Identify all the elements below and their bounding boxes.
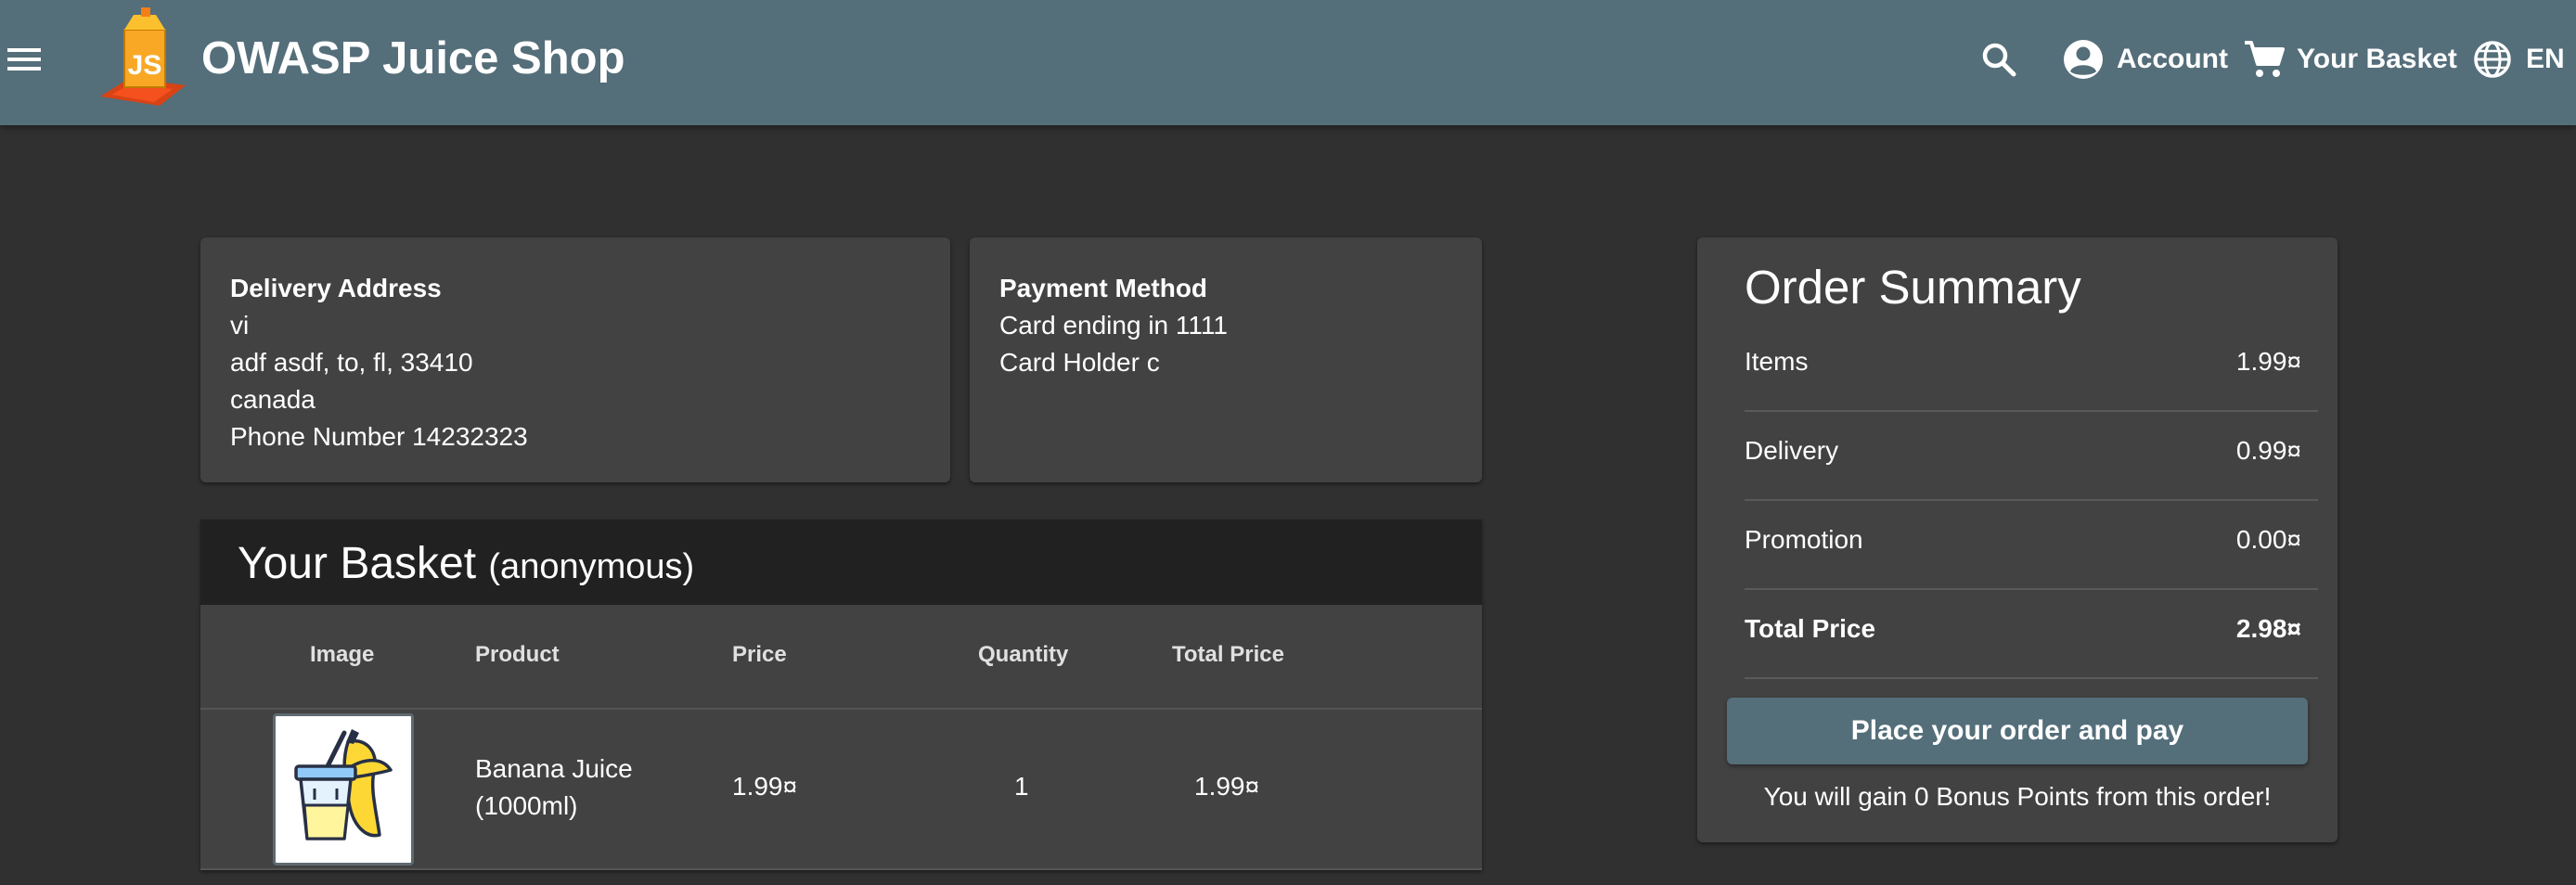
- juice-shop-logo[interactable]: JS: [93, 6, 195, 108]
- column-header-image[interactable]: Image: [310, 642, 374, 668]
- payment-method-card: Payment Method Card ending in 1111 Card …: [970, 237, 1482, 482]
- summary-label: Delivery: [1745, 436, 1839, 465]
- summary-row-delivery: Delivery 0.99¤: [1745, 412, 2318, 501]
- column-header-total-price[interactable]: Total Price: [1172, 642, 1284, 668]
- delivery-name: vi: [230, 311, 250, 340]
- table-divider: [200, 708, 1482, 710]
- delivery-street: adf asdf, to, fl, 33410: [230, 348, 473, 377]
- product-name: Banana Juice (1000ml): [475, 750, 633, 825]
- product-name-line1: Banana Juice: [475, 754, 633, 783]
- account-button[interactable]: Account: [2062, 32, 2228, 87]
- banana-juice-image: [273, 713, 414, 866]
- language-globe-icon: [2474, 41, 2511, 78]
- basket-label: Your Basket: [2297, 44, 2457, 74]
- product-total-price: 1.99¤: [1194, 772, 1260, 801]
- basket-panel: Your Basket (anonymous) Image Product Pr…: [200, 519, 1482, 870]
- summary-label: Total Price: [1745, 614, 1876, 643]
- summary-label: Items: [1745, 347, 1809, 376]
- account-label: Account: [2117, 44, 2228, 74]
- product-name-line2: (1000ml): [475, 791, 578, 820]
- summary-value: 0.00¤: [2235, 525, 2301, 554]
- summary-value: 1.99¤: [2235, 347, 2301, 376]
- delivery-country: canada: [230, 385, 316, 414]
- app-title[interactable]: OWASP Juice Shop: [201, 30, 625, 87]
- account-circle-icon: [2064, 40, 2103, 79]
- place-order-button[interactable]: Place your order and pay: [1727, 698, 2308, 764]
- summary-row-total-price: Total Price 2.98¤: [1745, 590, 2318, 679]
- basket-title: Your Basket (anonymous): [238, 538, 694, 593]
- column-header-product[interactable]: Product: [475, 642, 560, 668]
- bonus-points-text: You will gain 0 Bonus Points from this o…: [1763, 782, 2272, 811]
- product-price: 1.99¤: [732, 772, 798, 801]
- column-header-price[interactable]: Price: [732, 642, 787, 668]
- column-header-quantity[interactable]: Quantity: [978, 642, 1068, 668]
- order-summary-card: Order Summary Items 1.99¤ Delivery 0.99¤…: [1697, 237, 2338, 842]
- basket-owner: (anonymous): [488, 547, 695, 586]
- shopping-cart-icon: [2245, 41, 2285, 77]
- summary-value: 2.98¤: [2235, 614, 2301, 643]
- svg-text:JS: JS: [128, 50, 162, 81]
- delivery-address-card: Delivery Address vi adf asdf, to, fl, 33…: [200, 237, 950, 482]
- payment-card-holder: Card Holder c: [999, 348, 1160, 377]
- payment-card: Card ending in 1111: [999, 311, 1228, 340]
- language-label: EN: [2526, 44, 2565, 74]
- summary-label: Promotion: [1745, 525, 1863, 554]
- delivery-phone: Phone Number 14232323: [230, 422, 528, 451]
- top-toolbar: JS OWASP Juice Shop Account Your Basket: [0, 0, 2576, 125]
- menu-icon[interactable]: [2, 37, 46, 82]
- search-button[interactable]: [1977, 32, 2021, 87]
- search-icon: [1982, 43, 2016, 77]
- basket-title-text: Your Basket: [238, 539, 477, 588]
- product-quantity: 1: [1014, 772, 1029, 801]
- summary-row-promotion: Promotion 0.00¤: [1745, 501, 2318, 590]
- language-button[interactable]: EN: [2472, 32, 2565, 87]
- basket-button[interactable]: Your Basket: [2243, 32, 2457, 87]
- basket-header: Your Basket (anonymous): [200, 519, 1482, 605]
- summary-value: 0.99¤: [2235, 436, 2301, 465]
- table-divider: [200, 868, 1482, 870]
- order-summary-title: Order Summary: [1745, 261, 2081, 314]
- summary-row-items: Items 1.99¤: [1745, 323, 2318, 412]
- delivery-address-heading: Delivery Address: [230, 274, 442, 302]
- payment-method-heading: Payment Method: [999, 274, 1208, 302]
